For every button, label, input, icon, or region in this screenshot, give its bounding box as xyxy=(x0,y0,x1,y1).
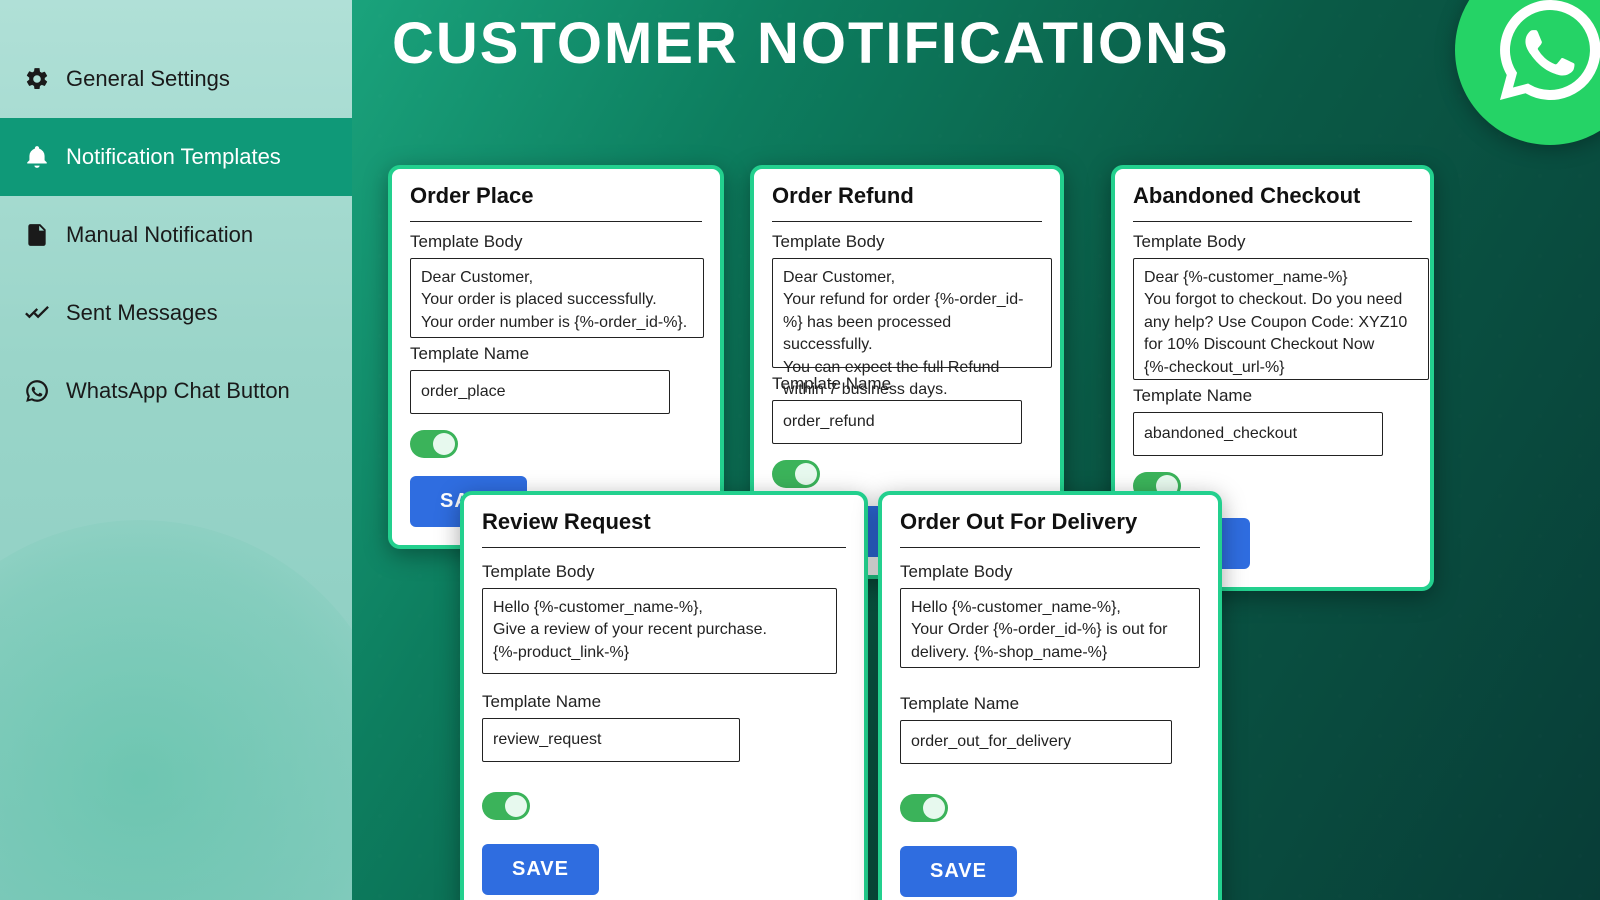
card-title: Order Refund xyxy=(772,183,1042,222)
sidebar-item-label: WhatsApp Chat Button xyxy=(66,378,290,404)
sidebar-background-decoration xyxy=(0,520,352,900)
enabled-toggle[interactable] xyxy=(772,460,820,488)
template-body-input[interactable]: Dear Customer, Your refund for order {%-… xyxy=(772,258,1052,368)
template-body-label: Template Body xyxy=(900,562,1200,582)
sidebar: General Settings Notification Templates … xyxy=(0,0,352,900)
double-check-icon xyxy=(24,300,50,326)
template-body-label: Template Body xyxy=(482,562,846,582)
document-icon xyxy=(24,222,50,248)
sidebar-item-label: General Settings xyxy=(66,66,230,92)
card-title: Order Out For Delivery xyxy=(900,509,1200,548)
enabled-toggle[interactable] xyxy=(410,430,458,458)
cards-container: Order Place Template Body Dear Customer,… xyxy=(352,83,1600,900)
template-body-input[interactable]: Dear Customer, Your order is placed succ… xyxy=(410,258,704,338)
sidebar-item-notification-templates[interactable]: Notification Templates xyxy=(0,118,352,196)
template-body-input[interactable]: Dear {%-customer_name-%} You forgot to c… xyxy=(1133,258,1429,380)
nav: General Settings Notification Templates … xyxy=(0,0,352,430)
main-panel: CUSTOMER NOTIFICATIONS Order Place Templ… xyxy=(352,0,1600,900)
gear-icon xyxy=(24,66,50,92)
template-body-label: Template Body xyxy=(410,232,702,252)
sidebar-item-label: Sent Messages xyxy=(66,300,218,326)
sidebar-item-manual-notification[interactable]: Manual Notification xyxy=(0,196,352,274)
template-body-input[interactable]: Hello {%-customer_name-%}, Give a review… xyxy=(482,588,837,674)
page-title: CUSTOMER NOTIFICATIONS xyxy=(352,0,1600,83)
whatsapp-icon xyxy=(24,378,50,404)
enabled-toggle[interactable] xyxy=(482,792,530,820)
template-name-input[interactable]: review_request xyxy=(482,718,740,762)
template-body-label: Template Body xyxy=(772,232,1042,252)
template-name-label: Template Name xyxy=(482,692,846,712)
sidebar-item-sent-messages[interactable]: Sent Messages xyxy=(0,274,352,352)
card-title: Abandoned Checkout xyxy=(1133,183,1412,222)
card-review-request: Review Request Template Body Hello {%-cu… xyxy=(460,491,868,900)
template-name-input[interactable]: abandoned_checkout xyxy=(1133,412,1383,456)
template-body-input[interactable]: Hello {%-customer_name-%}, Your Order {%… xyxy=(900,588,1200,668)
save-button[interactable]: SAVE xyxy=(482,844,599,895)
card-title: Order Place xyxy=(410,183,702,222)
bell-icon xyxy=(24,144,50,170)
sidebar-item-label: Manual Notification xyxy=(66,222,253,248)
template-name-input[interactable]: order_place xyxy=(410,370,670,414)
save-button[interactable]: SAVE xyxy=(900,846,1017,897)
sidebar-item-whatsapp-chat-button[interactable]: WhatsApp Chat Button xyxy=(0,352,352,430)
enabled-toggle[interactable] xyxy=(900,794,948,822)
template-name-label: Template Name xyxy=(410,344,702,364)
sidebar-item-label: Notification Templates xyxy=(66,144,281,170)
card-order-out-for-delivery: Order Out For Delivery Template Body Hel… xyxy=(878,491,1222,900)
template-body-label: Template Body xyxy=(1133,232,1412,252)
card-title: Review Request xyxy=(482,509,846,548)
template-name-input[interactable]: order_refund xyxy=(772,400,1022,444)
sidebar-item-general-settings[interactable]: General Settings xyxy=(0,40,352,118)
template-name-label: Template Name xyxy=(900,694,1200,714)
template-name-label: Template Name xyxy=(1133,386,1412,406)
template-name-input[interactable]: order_out_for_delivery xyxy=(900,720,1172,764)
